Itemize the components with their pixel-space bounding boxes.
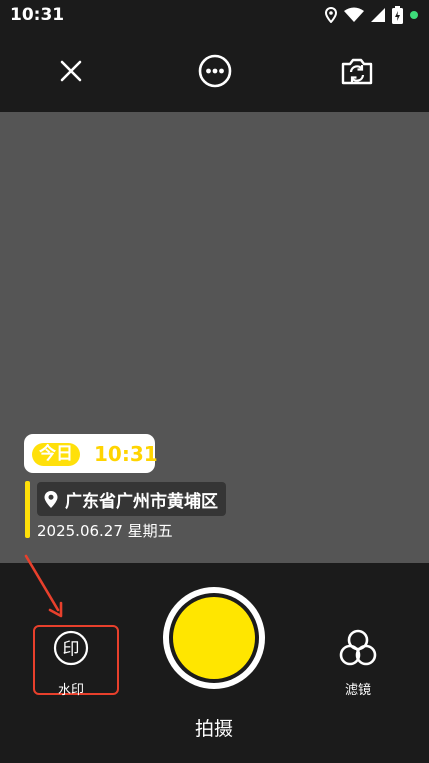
watermark-time-card: 今日 10:31 bbox=[24, 434, 158, 473]
status-time: 10:31 bbox=[10, 5, 65, 25]
svg-text:印: 印 bbox=[63, 640, 80, 660]
watermark-today-badge: 今日 bbox=[32, 443, 80, 466]
wifi-icon bbox=[344, 7, 364, 22]
shutter-button[interactable] bbox=[163, 587, 265, 689]
filter-icon[interactable] bbox=[339, 628, 377, 668]
annotation-arrow-icon bbox=[24, 554, 63, 618]
watermark-location-text: 广东省广州市黄埔区 bbox=[65, 491, 218, 512]
watermark-icon: 印 bbox=[53, 630, 89, 666]
watermark-location: 广东省广州市黄埔区 bbox=[37, 482, 226, 516]
switch-camera-button[interactable] bbox=[330, 44, 384, 98]
notification-dot-icon bbox=[410, 11, 418, 19]
more-button[interactable] bbox=[188, 44, 242, 98]
shoot-mode-label[interactable]: 拍摄 bbox=[184, 714, 244, 741]
switch-camera-icon bbox=[341, 58, 373, 85]
watermark-label: 水印 bbox=[57, 683, 84, 698]
more-icon bbox=[198, 54, 232, 88]
status-icons bbox=[324, 5, 419, 25]
filter-label[interactable]: 滤镜 bbox=[330, 679, 386, 698]
location-status-icon bbox=[324, 7, 338, 23]
watermark-date: 2025.06.27 星期五 bbox=[37, 522, 173, 540]
close-button[interactable] bbox=[44, 44, 98, 98]
status-bar: 10:31 bbox=[0, 0, 429, 30]
signal-icon bbox=[371, 8, 385, 22]
watermark-accent-bar bbox=[25, 481, 30, 538]
close-icon bbox=[60, 60, 82, 82]
battery-icon bbox=[392, 6, 403, 24]
watermark-time: 10:31 bbox=[94, 442, 158, 466]
shutter-core bbox=[173, 597, 255, 679]
location-pin-icon bbox=[44, 490, 58, 508]
shutter-ring bbox=[169, 593, 259, 683]
top-bar bbox=[0, 30, 429, 112]
